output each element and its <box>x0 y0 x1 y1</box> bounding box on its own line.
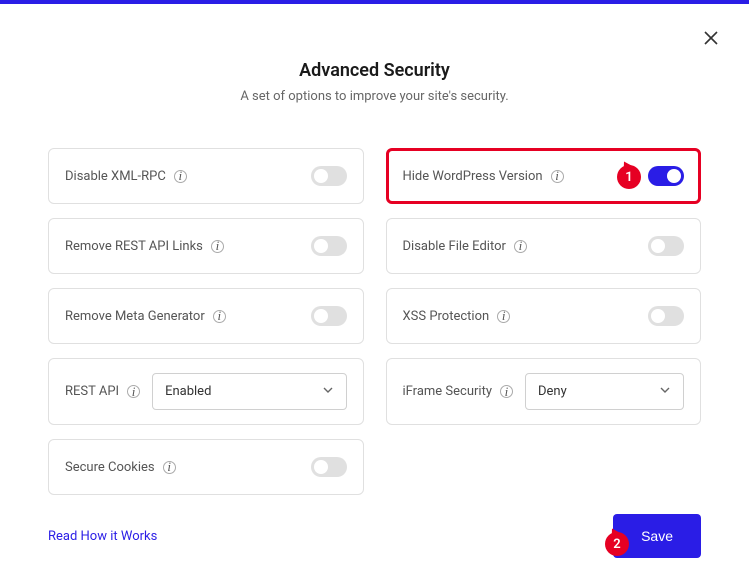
top-accent-bar <box>0 0 749 4</box>
toggle-secure-cookies[interactable] <box>311 457 347 477</box>
read-how-it-works-link[interactable]: Read How it Works <box>48 529 157 544</box>
toggle-remove-meta-generator[interactable] <box>311 306 347 326</box>
option-xss-protection: XSS Protection <box>386 288 702 344</box>
info-icon[interactable] <box>163 461 176 474</box>
option-label: Remove REST API Links <box>65 239 203 254</box>
select-value: Enabled <box>165 384 211 399</box>
select-iframe-security[interactable]: Deny <box>525 373 684 410</box>
info-icon[interactable] <box>174 170 187 183</box>
option-iframe-security: iFrame Security Deny <box>386 358 702 425</box>
info-icon[interactable] <box>514 240 527 253</box>
option-hide-wp-version: Hide WordPress Version <box>386 148 702 204</box>
select-value: Deny <box>538 384 567 399</box>
option-label: REST API <box>65 384 119 399</box>
option-remove-meta-generator: Remove Meta Generator <box>48 288 364 344</box>
modal-footer: Read How it Works Save <box>48 514 701 558</box>
info-icon[interactable] <box>211 240 224 253</box>
option-remove-rest-links: Remove REST API Links <box>48 218 364 274</box>
option-label: Disable XML-RPC <box>65 169 166 184</box>
modal-title: Advanced Security <box>0 60 749 81</box>
modal-header: Advanced Security A set of options to im… <box>0 60 749 104</box>
option-rest-api: REST API Enabled <box>48 358 364 425</box>
toggle-hide-wp-version[interactable] <box>648 166 684 186</box>
info-icon[interactable] <box>213 310 226 323</box>
toggle-disable-xml-rpc[interactable] <box>311 166 347 186</box>
option-label: iFrame Security <box>403 384 492 399</box>
modal-subtitle: A set of options to improve your site's … <box>0 89 749 104</box>
toggle-remove-rest-links[interactable] <box>311 236 347 256</box>
select-rest-api[interactable]: Enabled <box>152 373 346 410</box>
chevron-down-icon <box>322 384 334 400</box>
option-label: Secure Cookies <box>65 460 155 475</box>
annotation-marker-2: 2 <box>605 532 629 556</box>
annotation-marker-1: 1 <box>617 165 641 189</box>
toggle-disable-file-editor[interactable] <box>648 236 684 256</box>
chevron-down-icon <box>659 384 671 400</box>
option-secure-cookies: Secure Cookies <box>48 439 364 495</box>
option-label: Hide WordPress Version <box>403 169 543 184</box>
info-icon[interactable] <box>500 385 513 398</box>
option-disable-file-editor: Disable File Editor <box>386 218 702 274</box>
toggle-xss-protection[interactable] <box>648 306 684 326</box>
options-grid: Disable XML-RPC Hide WordPress Version R… <box>0 148 749 495</box>
option-label: Disable File Editor <box>403 239 506 254</box>
close-icon <box>704 31 718 45</box>
option-disable-xml-rpc: Disable XML-RPC <box>48 148 364 204</box>
info-icon[interactable] <box>127 385 140 398</box>
option-label: Remove Meta Generator <box>65 309 205 324</box>
info-icon[interactable] <box>497 310 510 323</box>
option-label: XSS Protection <box>403 309 490 324</box>
info-icon[interactable] <box>551 170 564 183</box>
close-button[interactable] <box>701 28 721 48</box>
